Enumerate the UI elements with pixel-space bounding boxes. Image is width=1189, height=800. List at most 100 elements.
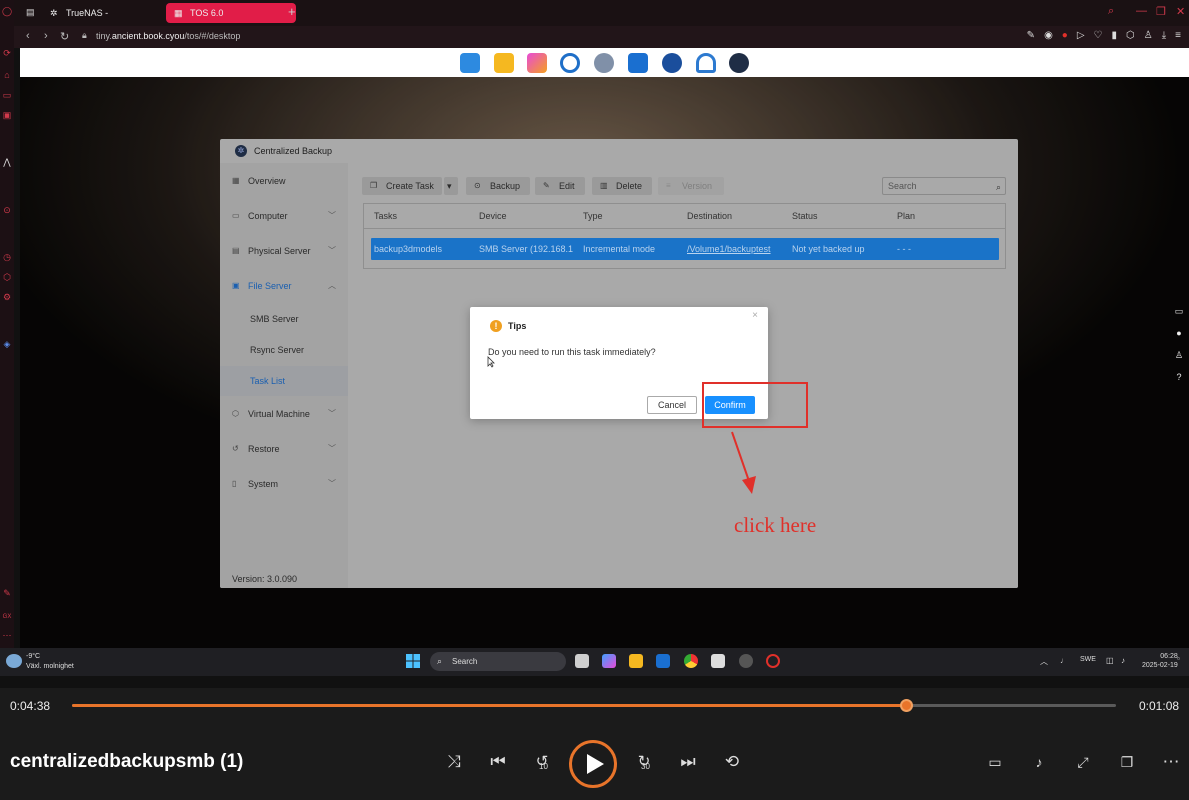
minimize-icon[interactable]: — [1136,5,1147,17]
delete-button[interactable]: ▥ Delete [592,177,652,195]
taskbar-search[interactable]: ⌕ Search [430,652,566,671]
search-tabs-icon[interactable]: ⌕ [1108,5,1114,18]
security-icon[interactable] [662,53,682,73]
mail-icon[interactable] [628,53,648,73]
sidebar-item-restore[interactable]: ↺ Restore ﹀ [220,434,348,464]
clock[interactable]: 06:28 2025-02-19 [1142,652,1178,670]
column-header[interactable]: Device [479,204,507,228]
sidebar-item-file-server[interactable]: ▣ File Server ︿ [220,271,348,301]
shuffle-icon[interactable]: ⤨ [443,751,465,773]
outlook-icon[interactable] [656,654,670,668]
file-manager-icon[interactable] [494,53,514,73]
monitor-icon[interactable]: ▭ [1174,306,1184,316]
sidebar-item-virtual-machine[interactable]: ⬡ Virtual Machine ﹀ [220,399,348,429]
table-row[interactable]: backup3dmodels SMB Server (192.168.1 Inc… [371,238,999,260]
tv-icon[interactable]: ▭ [2,90,12,100]
pen-icon[interactable]: ✎ [2,588,12,598]
previous-icon[interactable]: ⏮︎ [487,751,509,773]
news-icon[interactable]: ▣ [2,110,12,120]
column-header[interactable]: Status [792,204,818,228]
column-header[interactable]: Plan [897,204,915,228]
support-icon[interactable] [696,53,716,73]
file-explorer-icon[interactable] [629,654,643,668]
camera-icon[interactable]: ◉ [1044,30,1053,41]
column-header[interactable]: Destination [687,204,732,228]
play-circle-icon[interactable]: ⊙ [2,205,12,215]
snipping-tool-icon[interactable] [711,654,725,668]
chat-icon[interactable]: ● [1174,328,1184,338]
centralized-backup-icon[interactable] [729,53,749,73]
bell-icon[interactable]: ♙ [1144,30,1153,41]
tab-truenas[interactable]: ✲ TrueNAS - 192.168.1.129 [42,3,166,38]
maximize-icon[interactable]: ❐ [1156,5,1166,18]
backup-button[interactable]: ⊙ Backup [466,177,530,195]
more-options-icon[interactable]: ⋯ [1160,751,1182,773]
shield-icon[interactable]: ◈ [2,339,12,349]
microphone-icon[interactable]: ♩ [1060,656,1068,665]
sidebar-item-task-list[interactable]: Task List [220,366,348,396]
cancel-button[interactable]: Cancel [647,396,697,414]
clock-app-icon[interactable] [739,654,753,668]
task-view-icon[interactable] [575,654,589,668]
help-icon[interactable]: ? [1174,372,1184,382]
tab-tos[interactable]: ▦ TOS 6.0 [166,3,296,23]
destination-link[interactable]: /Volume1/backuptest [687,238,787,260]
column-header[interactable]: Tasks [374,204,397,228]
edit-icon[interactable]: ✎ [1027,30,1035,41]
sidebar-item-physical-server[interactable]: ▤ Physical Server ﹀ [220,236,348,266]
subtitles-icon[interactable]: ▭ [984,751,1006,773]
create-task-button[interactable]: ❐ Create Task [362,177,442,195]
sidebar-item-computer[interactable]: ▭ Computer ﹀ [220,201,348,231]
version-button[interactable]: ≡ Version [658,177,724,195]
volume-icon[interactable]: ♪ [1028,751,1050,773]
sidebar-item-smb-server[interactable]: SMB Server [220,304,348,334]
forward-icon[interactable]: › [44,30,48,42]
app-manager-icon[interactable] [460,53,480,73]
repeat-off-icon[interactable]: ⟲ [721,751,743,773]
seek-bar[interactable] [72,699,1116,712]
dialog-close-icon[interactable]: × [752,310,758,321]
opera-logo-icon[interactable]: ◯ [2,6,12,16]
control-panel-icon[interactable] [594,53,614,73]
skip-back-button[interactable]: ↺ 10 [531,751,553,773]
sidebar-item-rsync-server[interactable]: Rsync Server [220,335,348,365]
new-tab-button[interactable]: + [288,4,296,19]
search-input[interactable]: Search ⌕ [882,177,1006,195]
tab-manager-icon[interactable]: ▤ [26,7,36,17]
fullscreen-icon[interactable]: ⤢ [1072,751,1094,773]
sidebar-item-overview[interactable]: ▦ Overview [220,166,348,196]
extensions-icon[interactable]: ⬡ [1126,30,1135,41]
reload-icon[interactable]: ↻ [60,30,69,43]
sidebar-item-system[interactable]: ▯ System ﹀ [220,469,348,499]
next-icon[interactable]: ⏭︎ [677,751,699,773]
settings-icon[interactable]: ⚙ [2,292,12,302]
back-icon[interactable]: ‹ [26,30,30,42]
adblock-icon[interactable]: ● [1062,30,1068,41]
sidebar-toggle-icon[interactable]: ▮ [1112,30,1118,41]
language-indicator[interactable]: SWE [1080,656,1096,663]
aria-icon[interactable]: ⟳ [2,48,12,58]
notification-icon[interactable]: ▫ [1177,654,1180,663]
mini-player-icon[interactable]: ❐ [1116,751,1138,773]
lock-icon[interactable]: 🔒︎ [82,30,87,41]
play-button[interactable] [569,740,617,788]
opera-taskbar-icon[interactable] [766,654,780,668]
cube-icon[interactable]: ⬡ [2,272,12,282]
network-icon[interactable]: ◫ [1106,656,1114,665]
seek-bar-thumb[interactable] [900,699,914,712]
bell-icon[interactable]: ♙ [1174,350,1184,360]
history-icon[interactable]: ◷ [2,252,12,262]
player-icon[interactable]: ▷ [1077,30,1085,41]
heart-icon[interactable]: ♡ [1094,30,1103,41]
shopping-icon[interactable]: ⌂ [2,70,12,80]
download-icon[interactable]: ⤓ [1162,30,1166,41]
edit-button[interactable]: ✎ Edit [535,177,585,195]
column-header[interactable]: Type [583,204,603,228]
tray-chevron-icon[interactable]: ︿ [1040,656,1048,667]
more-icon[interactable]: ⋯ [2,630,12,640]
menu-icon[interactable]: ≡ [1175,30,1181,41]
close-icon[interactable]: ✕ [1176,5,1185,18]
create-task-dropdown[interactable]: ▾ [444,177,458,195]
start-icon[interactable] [406,654,420,668]
bird-icon[interactable]: ⋀ [2,157,12,167]
